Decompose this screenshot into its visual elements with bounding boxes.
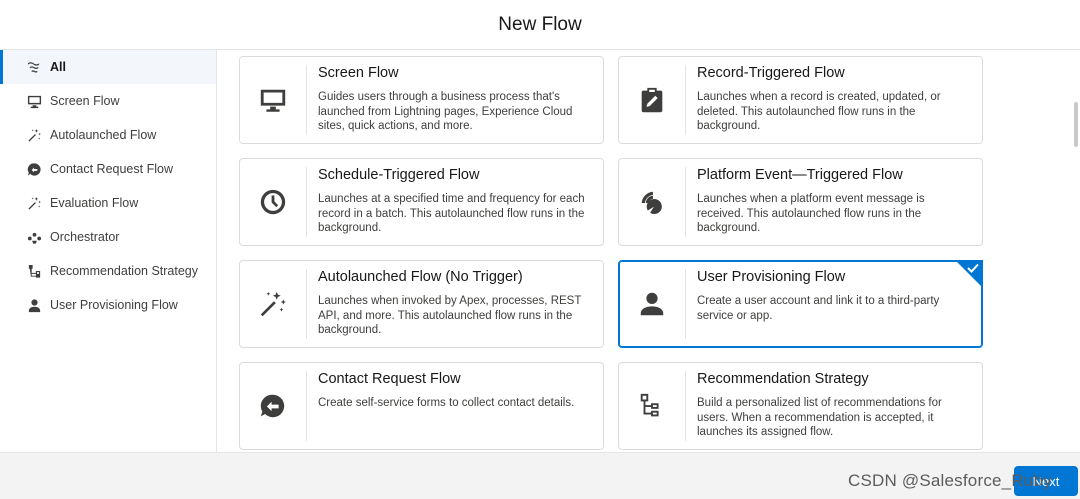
user-icon (26, 297, 42, 313)
watermark: CSDN @Salesforce_Ruby (848, 471, 1052, 490)
card-title: Platform Event—Triggered Flow (697, 167, 903, 183)
sidebar-item-contact-request-flow[interactable]: Contact Request Flow (0, 152, 216, 186)
sidebar-item-label: Evaluation Flow (50, 196, 139, 210)
desktop-icon (26, 93, 42, 109)
card-title: Record-Triggered Flow (697, 65, 845, 81)
hierarchy-icon (619, 371, 686, 441)
card-autolaunched-flow[interactable]: Autolaunched Flow (No Trigger) Launches … (239, 260, 604, 348)
magic-wand-icon (26, 127, 42, 143)
user-icon (619, 269, 686, 339)
card-description: Launches at a specified time and frequen… (318, 193, 585, 234)
card-description: Launches when a record is created, updat… (697, 91, 941, 132)
flow-type-grid: Screen Flow Guides users through a busin… (217, 50, 1080, 452)
card-title: User Provisioning Flow (697, 269, 846, 285)
card-user-provisioning-flow[interactable]: User Provisioning Flow Create a user acc… (618, 260, 983, 348)
sidebar-item-evaluation-flow[interactable]: Evaluation Flow (0, 186, 216, 220)
chat-callback-icon (26, 161, 42, 177)
sidebar-item-user-provisioning-flow[interactable]: User Provisioning Flow (0, 288, 216, 322)
sidebar-item-recommendation-strategy[interactable]: Recommendation Strategy (0, 254, 216, 288)
card-contact-request-flow[interactable]: Contact Request Flow Create self-service… (239, 362, 604, 450)
sidebar: All Screen Flow Autolaunched Flow Contac… (0, 50, 217, 452)
magic-wand-icon (240, 269, 307, 339)
sidebar-item-label: All (50, 60, 66, 74)
card-title: Screen Flow (318, 65, 399, 81)
page-title: New Flow (498, 13, 582, 35)
modal-footer: Next CSDN @Salesforce_Ruby (0, 452, 1080, 499)
card-title: Autolaunched Flow (No Trigger) (318, 269, 523, 285)
sidebar-item-label: Recommendation Strategy (50, 264, 198, 278)
card-description: Create a user account and link it to a t… (697, 295, 940, 322)
filter-icon (26, 59, 42, 75)
card-description: Guides users through a business process … (318, 91, 573, 132)
card-schedule-triggered-flow[interactable]: Schedule-Triggered Flow Launches at a sp… (239, 158, 604, 246)
clipboard-edit-icon (619, 65, 686, 135)
orchestrator-icon (26, 229, 42, 245)
chat-callback-icon (240, 371, 307, 441)
sidebar-item-all[interactable]: All (0, 50, 216, 84)
card-description: Build a personalized list of recommendat… (697, 397, 942, 438)
sidebar-item-label: Orchestrator (50, 230, 120, 244)
magic-wand-icon (26, 195, 42, 211)
card-platform-event-triggered-flow[interactable]: Platform Event—Triggered Flow Launches w… (618, 158, 983, 246)
sidebar-item-label: Contact Request Flow (50, 162, 173, 176)
card-description: Launches when invoked by Apex, processes… (318, 295, 582, 336)
sidebar-item-autolaunched-flow[interactable]: Autolaunched Flow (0, 118, 216, 152)
sidebar-item-label: Autolaunched Flow (50, 128, 157, 142)
card-description: Launches when a platform event message i… (697, 193, 925, 234)
desktop-icon (240, 65, 307, 135)
clock-icon (240, 167, 307, 237)
card-description: Create self-service forms to collect con… (318, 397, 575, 409)
card-screen-flow[interactable]: Screen Flow Guides users through a busin… (239, 56, 604, 144)
card-title: Recommendation Strategy (697, 371, 869, 387)
card-recommendation-strategy[interactable]: Recommendation Strategy Build a personal… (618, 362, 983, 450)
card-title: Contact Request Flow (318, 371, 461, 387)
scrollbar[interactable] (1074, 102, 1078, 147)
selected-check-icon (955, 260, 983, 288)
sidebar-item-orchestrator[interactable]: Orchestrator (0, 220, 216, 254)
sidebar-item-label: User Provisioning Flow (50, 298, 178, 312)
sidebar-item-screen-flow[interactable]: Screen Flow (0, 84, 216, 118)
modal-header: New Flow (0, 0, 1080, 50)
hierarchy-icon (26, 263, 42, 279)
sidebar-item-label: Screen Flow (50, 94, 120, 108)
card-title: Schedule-Triggered Flow (318, 167, 480, 183)
platform-event-icon (619, 167, 686, 237)
card-record-triggered-flow[interactable]: Record-Triggered Flow Launches when a re… (618, 56, 983, 144)
